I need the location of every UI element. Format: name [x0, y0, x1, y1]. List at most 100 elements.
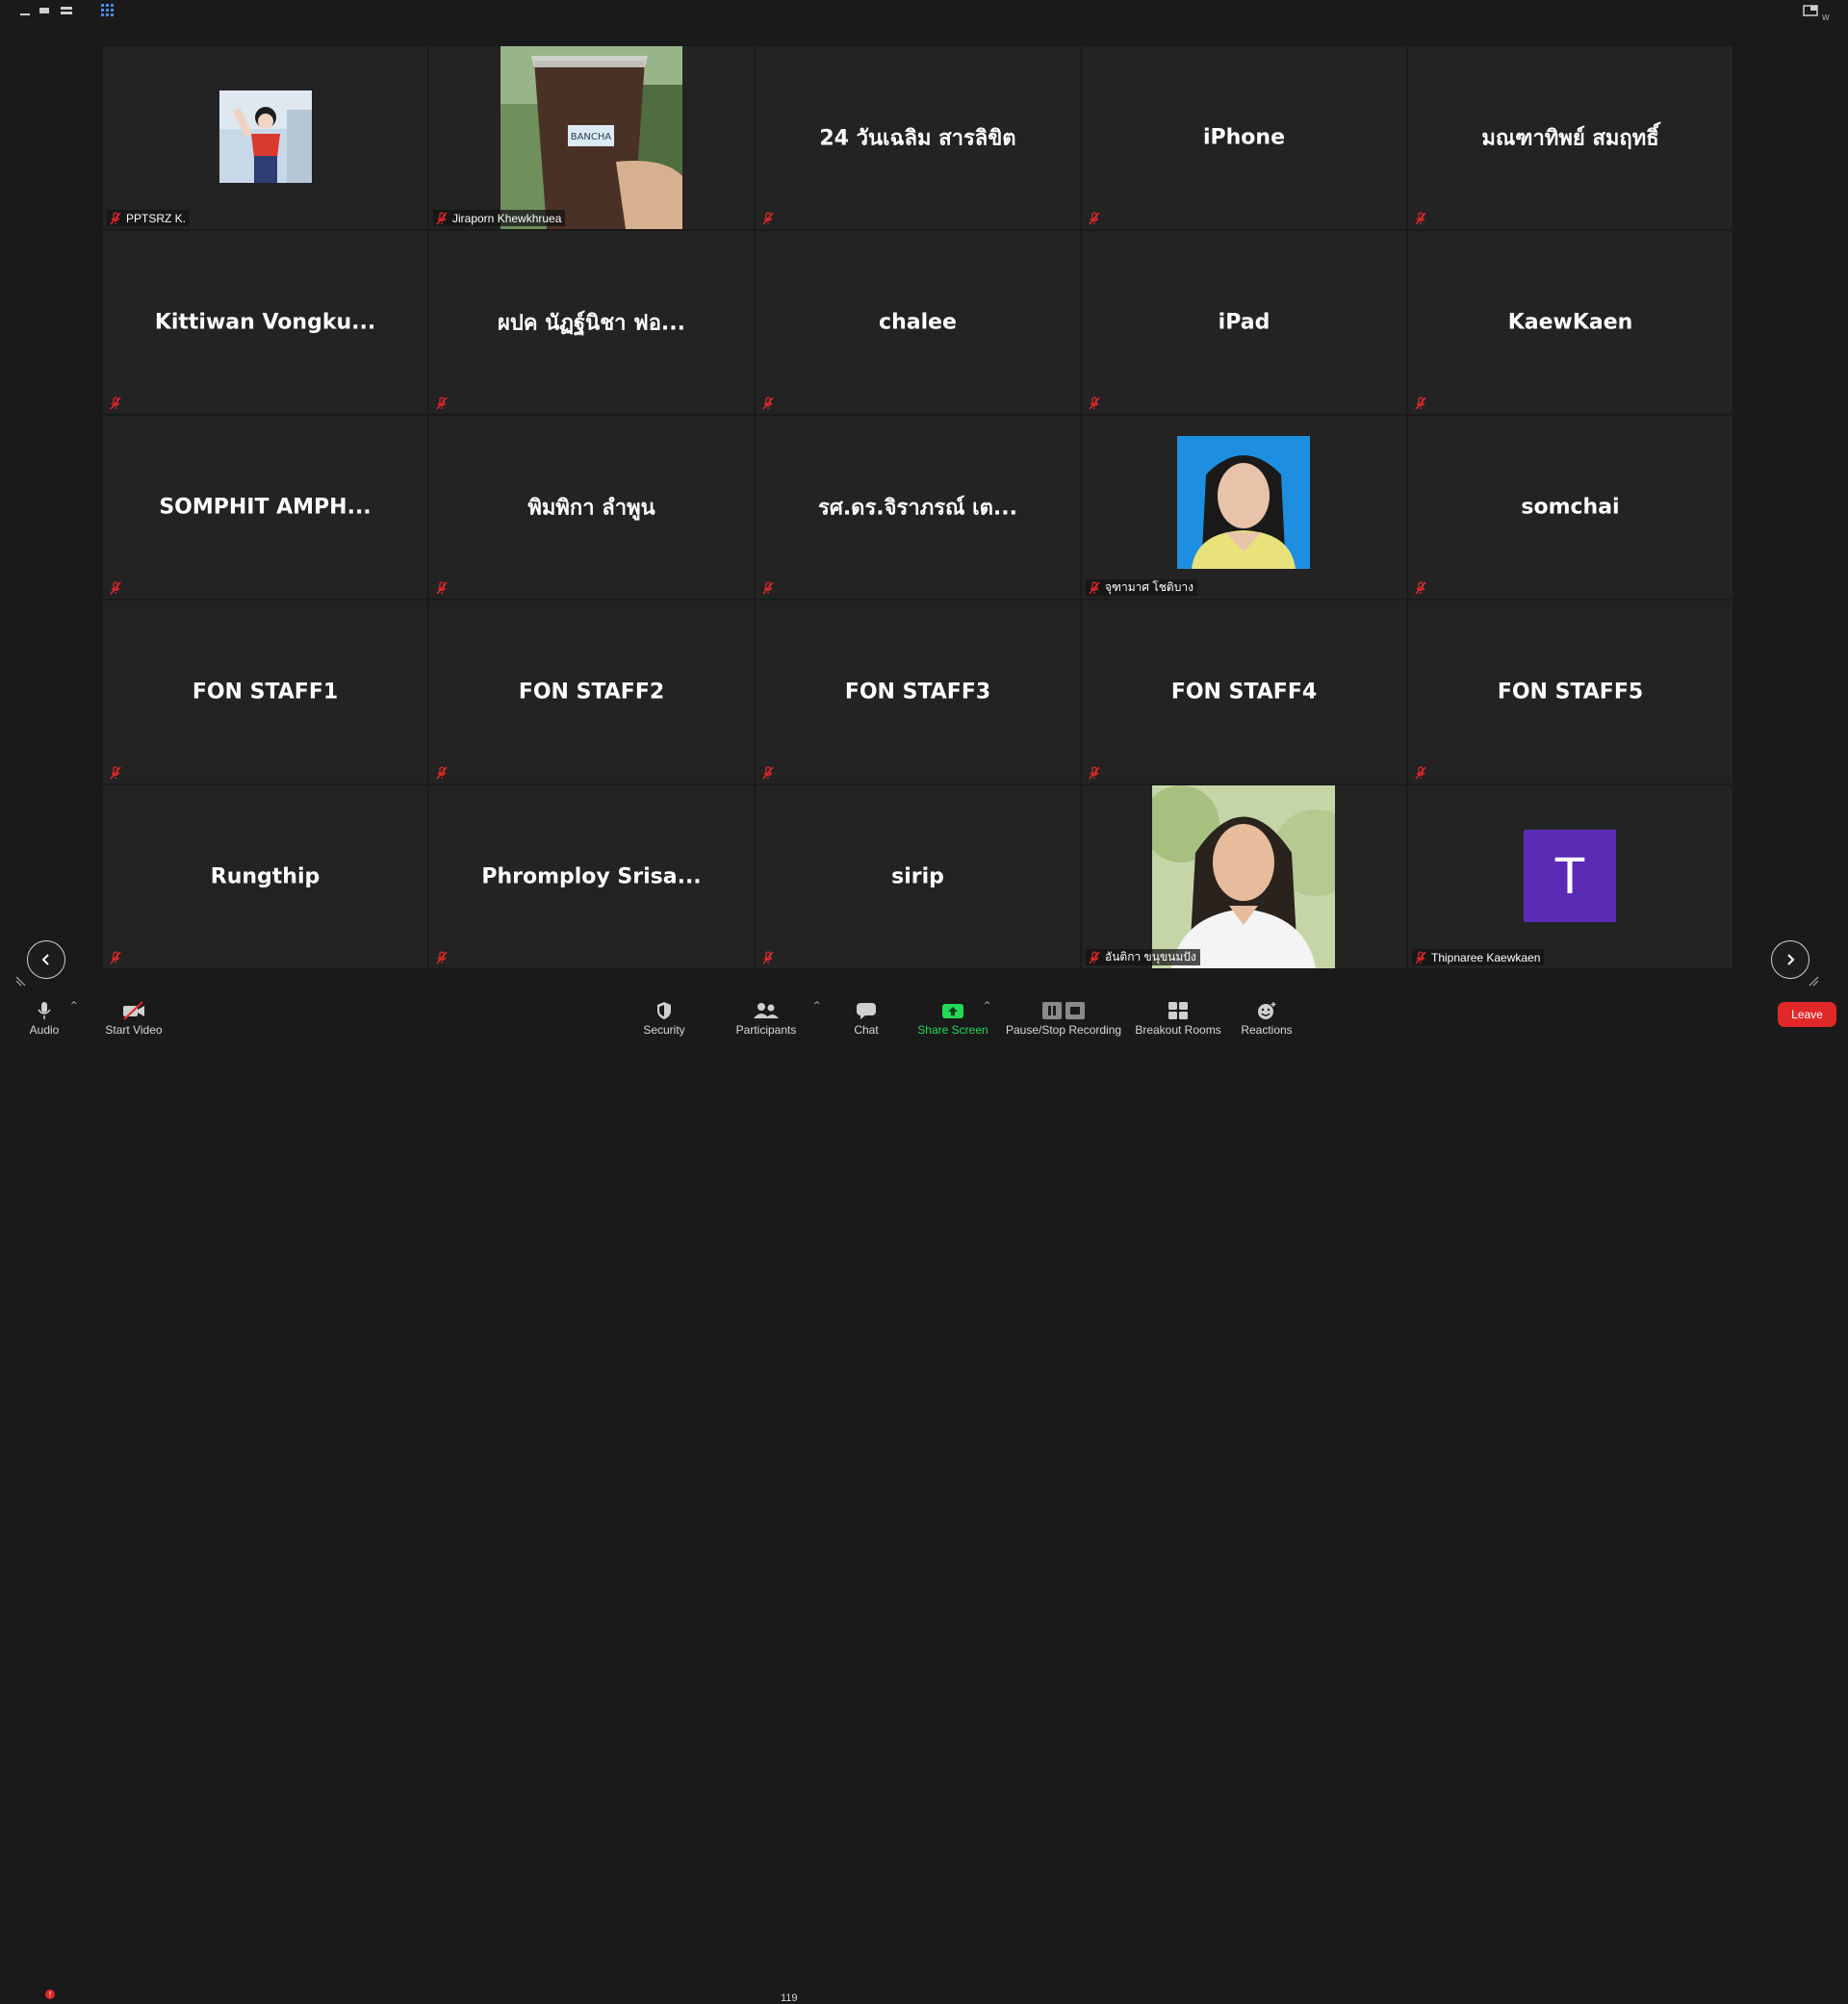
start-video-label: Start Video: [105, 1023, 163, 1037]
chat-button[interactable]: Chat: [847, 995, 886, 1040]
share-screen-button[interactable]: Share Screen: [914, 995, 991, 1040]
participants-options-caret[interactable]: ^: [813, 1001, 821, 1011]
next-page-button[interactable]: [1771, 940, 1810, 979]
gallery-grid: PPTSRZ K. BANCHA Jiraporn Khewkhruea 24 …: [103, 46, 1732, 968]
participant-name: อันติกา ขนุขนมปัง: [1105, 950, 1196, 963]
share-options-caret[interactable]: ^: [984, 1001, 991, 1011]
participant-label: [759, 579, 779, 596]
participant-name: พิมพิกา ลำพูน: [527, 496, 655, 521]
reactions-button[interactable]: Reactions: [1237, 995, 1296, 1040]
participant-tile[interactable]: sirip: [756, 785, 1080, 968]
security-button[interactable]: Security: [639, 995, 689, 1040]
pause-stop-icon: [1042, 1002, 1085, 1019]
participant-tile[interactable]: ผปค นัฏฐ์นิชา ฟอ...: [429, 231, 754, 414]
participant-tile[interactable]: FON STAFF2: [429, 601, 754, 784]
participant-tile[interactable]: PPTSRZ K.: [103, 46, 427, 229]
participants-count: 119: [781, 1992, 798, 2004]
participant-tile[interactable]: somchai: [1408, 416, 1732, 599]
participant-name: chalee: [879, 310, 957, 335]
muted-mic-icon: [1089, 950, 1100, 963]
resize-corner-icon[interactable]: [1808, 975, 1819, 987]
participant-label: อันติกา ขนุขนมปัง: [1086, 949, 1200, 965]
participant-label: [107, 579, 126, 596]
share-screen-label: Share Screen: [917, 1023, 988, 1037]
participant-name: FON STAFF3: [844, 680, 991, 705]
participant-tile[interactable]: FON STAFF3: [756, 601, 1080, 784]
strip-view-icon[interactable]: [60, 4, 73, 17]
participant-tile[interactable]: FON STAFF1: [103, 601, 427, 784]
muted-mic-icon: [762, 211, 774, 224]
muted-mic-icon: [1089, 211, 1100, 224]
muted-mic-icon: [110, 765, 121, 779]
breakout-rooms-button[interactable]: Breakout Rooms: [1134, 995, 1222, 1040]
resize-corner-icon[interactable]: [15, 975, 27, 987]
participant-name: ผปค นัฏฐ์นิชา ฟอ...: [497, 311, 686, 336]
minimize-icon[interactable]: [19, 4, 31, 17]
breakout-rooms-icon: [1168, 1002, 1188, 1019]
start-video-button[interactable]: Start Video: [102, 995, 166, 1040]
participant-photo: [219, 90, 312, 183]
participant-tile[interactable]: FON STAFF4: [1082, 601, 1406, 784]
meeting-toolbar: Audio ! ^ Start Video Security Participa…: [0, 995, 1848, 2004]
muted-mic-icon: [110, 396, 121, 409]
participant-tile[interactable]: SOMPHIT AMPH...: [103, 416, 427, 599]
top-bar: W: [0, 0, 1848, 23]
participant-label: PPTSRZ K.: [107, 210, 191, 226]
audio-options-caret[interactable]: ^: [70, 1001, 78, 1011]
exit-fullscreen-icon[interactable]: [1803, 4, 1818, 17]
participant-name: KaewKaen: [1507, 310, 1633, 335]
participant-name: PPTSRZ K.: [126, 211, 187, 225]
participant-tile[interactable]: iPhone: [1082, 46, 1406, 229]
participant-label: [1086, 210, 1105, 226]
participant-name: Rungthip: [210, 864, 321, 889]
participant-label: [759, 210, 779, 226]
leave-button[interactable]: Leave: [1778, 1002, 1836, 1027]
participant-label: [1412, 395, 1431, 411]
chat-label: Chat: [854, 1023, 879, 1037]
participant-tile[interactable]: Rungthip: [103, 785, 427, 968]
audio-button[interactable]: Audio: [25, 995, 64, 1040]
participant-label: [1412, 764, 1431, 781]
participant-name: 24 วันเฉลิม สารลิขิต: [819, 126, 1016, 151]
participant-name: FON STAFF5: [1497, 680, 1644, 705]
participant-tile[interactable]: จุฑามาศ โชติบาง: [1082, 416, 1406, 599]
participant-photo: [1177, 436, 1310, 569]
participant-name: รศ.ดร.จิราภรณ์ เต...: [818, 496, 1017, 521]
muted-mic-icon: [762, 950, 774, 963]
participants-button[interactable]: Participants: [732, 995, 801, 1040]
participant-tile[interactable]: อันติกา ขนุขนมปัง: [1082, 785, 1406, 968]
gallery-view-icon[interactable]: [101, 4, 114, 16]
participant-tile[interactable]: พิมพิกา ลำพูน: [429, 416, 754, 599]
previous-page-button[interactable]: [27, 940, 65, 979]
participant-tile[interactable]: Kittiwan Vongku...: [103, 231, 427, 414]
chevron-right-icon: [1787, 954, 1795, 965]
participant-tile[interactable]: BANCHA Jiraporn Khewkhruea: [429, 46, 754, 229]
muted-mic-icon: [110, 580, 121, 594]
participant-label: [433, 395, 452, 411]
participant-tile[interactable]: Phromploy Srisa...: [429, 785, 754, 968]
speaker-view-icon[interactable]: [38, 4, 50, 17]
participant-tile[interactable]: iPad: [1082, 231, 1406, 414]
user-initial: W: [1822, 13, 1830, 22]
participant-photo: BANCHA: [500, 46, 682, 229]
participant-tile[interactable]: FON STAFF5: [1408, 601, 1732, 784]
pause-stop-recording-button[interactable]: Pause/Stop Recording: [1006, 995, 1121, 1040]
security-label: Security: [643, 1023, 685, 1037]
muted-mic-icon: [1089, 396, 1100, 409]
muted-mic-icon: [762, 765, 774, 779]
participant-name: SOMPHIT AMPH...: [159, 495, 372, 520]
chevron-left-icon: [41, 954, 49, 965]
participant-tile[interactable]: T Thipnaree Kaewkaen: [1408, 785, 1732, 968]
muted-mic-icon: [1415, 765, 1426, 779]
participant-tile[interactable]: รศ.ดร.จิราภรณ์ เต...: [756, 416, 1080, 599]
participant-name: Kittiwan Vongku...: [154, 310, 376, 335]
participant-label: Jiraporn Khewkhruea: [433, 210, 566, 226]
reactions-label: Reactions: [1241, 1023, 1293, 1037]
cup-brand-text: BANCHA: [571, 132, 612, 142]
participant-tile[interactable]: มณฑาทิพย์ สมฤทธิ์: [1408, 46, 1732, 229]
participant-tile[interactable]: chalee: [756, 231, 1080, 414]
participant-name: FON STAFF2: [518, 680, 665, 705]
participant-tile[interactable]: KaewKaen: [1408, 231, 1732, 414]
participant-tile[interactable]: 24 วันเฉลิม สารลิขิต: [756, 46, 1080, 229]
participant-label: [759, 395, 779, 411]
